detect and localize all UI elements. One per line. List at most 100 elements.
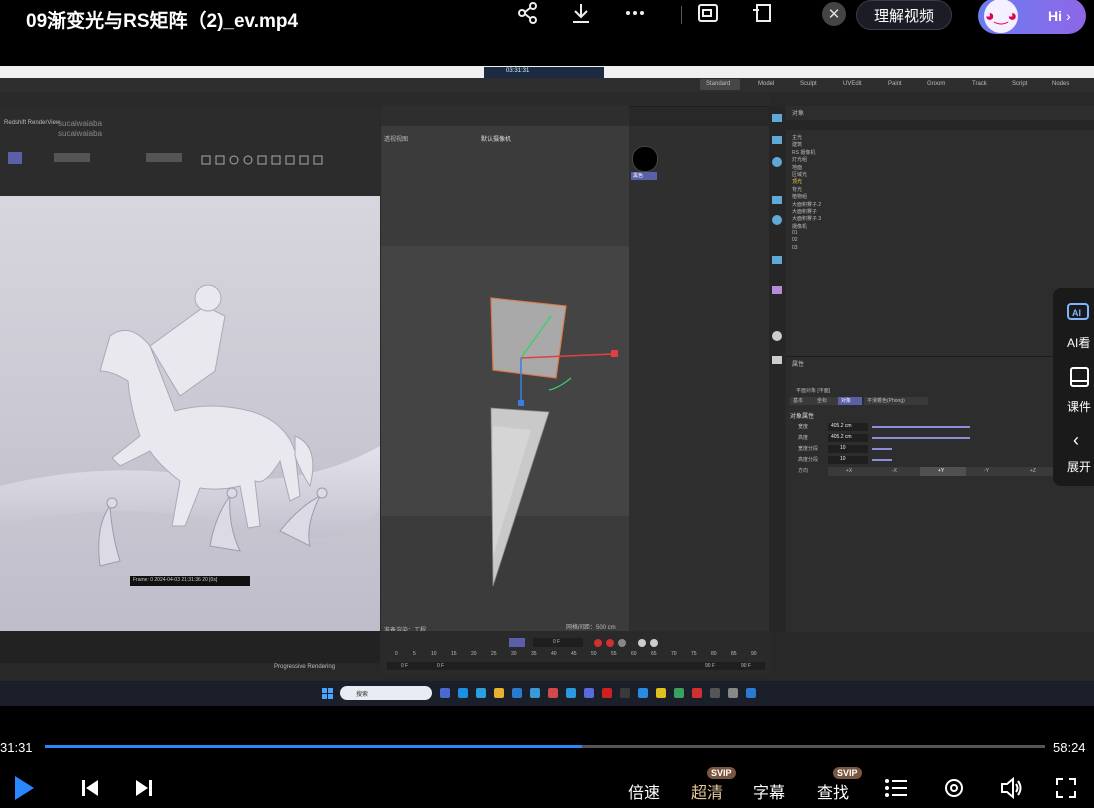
share-icon[interactable] xyxy=(510,0,546,26)
attr-row-width-seg: 宽度分段 10 xyxy=(792,445,1092,453)
frame-status-bar: Frame: 0 2024-04-03 21:31:36 20 [0s] xyxy=(130,576,250,586)
attr-row-direction: 方向 +X -X +Y -Y +Z xyxy=(792,467,1092,476)
render-tools[interactable] xyxy=(200,152,360,165)
play-button[interactable] xyxy=(12,774,36,807)
list-item[interactable]: RS 摄像机 xyxy=(792,149,962,156)
speed-button[interactable]: 倍速 xyxy=(628,779,660,803)
courseware-icon[interactable] xyxy=(1069,366,1091,393)
direction-option[interactable]: +Z xyxy=(1012,467,1058,476)
download-icon[interactable] xyxy=(563,0,599,26)
object-manager: 对象 主光 建筑 RS 摄像机 灯光组 地面 区域光 顶光 背光 植物组 大面积… xyxy=(786,106,1094,356)
height-seg-slider[interactable] xyxy=(872,459,892,461)
list-item[interactable]: 建筑 xyxy=(792,141,962,148)
attr-row-width: 宽度 405.2 cm xyxy=(792,423,1092,431)
3d-viewport[interactable]: 透视视图 默认摄像机 网格间距：500 cm xyxy=(381,126,629,631)
playlist-icon[interactable] xyxy=(884,777,908,804)
main-toolbar xyxy=(0,92,770,107)
width-slider[interactable] xyxy=(872,426,970,428)
height-seg-input[interactable]: 10 xyxy=(828,456,868,464)
hi-label: Hi xyxy=(1048,8,1062,24)
more-icon[interactable] xyxy=(617,0,653,26)
fullscreen-icon[interactable] xyxy=(1055,777,1077,804)
width-seg-input[interactable]: 10 xyxy=(828,445,868,453)
height-slider[interactable] xyxy=(872,437,970,439)
width-input[interactable]: 405.2 cm xyxy=(828,423,868,431)
list-item[interactable]: 01 xyxy=(792,230,962,237)
search-button[interactable]: SVIP 查找 xyxy=(817,767,862,803)
settings-icon[interactable] xyxy=(943,777,965,804)
tool-sidebar xyxy=(769,106,785,631)
timeline[interactable]: 0 F 0 5 10 15 20 25 30 35 40 45 50 55 60… xyxy=(381,631,771,676)
render-preview: Frame: 0 2024-04-03 21:31:36 20 [0s] xyxy=(0,196,380,631)
recording-timer: 03:31:31 xyxy=(484,67,604,78)
list-item[interactable]: 大面积雾子 xyxy=(792,208,962,215)
understand-video-button[interactable]: 理解视频 xyxy=(856,0,952,30)
ai-watch-item[interactable]: AI xyxy=(1067,302,1093,328)
video-frame[interactable]: 03:31:31 Standard Model Sculpt UVEdit Pa… xyxy=(0,66,1094,706)
list-item[interactable]: 大面积雾子.3 xyxy=(792,215,962,222)
ai-watch-label: AI看 xyxy=(1067,336,1091,350)
renderview-toolbar: Redshift RenderView sucaiwaiaba sucaiwai… xyxy=(0,106,380,196)
renderview-footer: Progressive Rendering xyxy=(0,631,380,670)
list-item[interactable]: 植物组 xyxy=(792,193,962,200)
list-item[interactable]: 地面 xyxy=(792,164,962,171)
chevron-left-icon[interactable]: ‹ xyxy=(1073,430,1079,451)
search-input[interactable]: 搜索 xyxy=(340,686,432,700)
list-item[interactable]: 区域光 xyxy=(792,171,962,178)
courseware-label: 课件 xyxy=(1067,400,1092,414)
menu-bar: Standard Model Sculpt UVEdit Paint Groom… xyxy=(0,78,1094,92)
close-icon[interactable]: ✕ xyxy=(822,2,846,26)
direction-option[interactable]: -Y xyxy=(966,467,1012,476)
popout-icon[interactable] xyxy=(744,0,780,26)
tab-phong[interactable]: 平滑着色(Phong) xyxy=(864,397,928,405)
width-seg-slider[interactable] xyxy=(872,448,892,450)
height-input[interactable]: 405.2 cm xyxy=(828,434,868,442)
direction-option-selected[interactable]: +Y xyxy=(920,467,966,476)
next-button[interactable] xyxy=(134,778,154,803)
tab-coord[interactable]: 坐标 xyxy=(814,397,838,405)
direction-option[interactable]: -X xyxy=(874,467,920,476)
ai-icon: AI xyxy=(1067,302,1093,328)
attr-row-height-seg: 高度分段 10 xyxy=(792,456,1092,464)
toolbar-divider xyxy=(681,6,682,24)
list-item[interactable]: 灯光组 xyxy=(792,156,962,163)
timeline-ruler: 0 5 10 15 20 25 30 35 40 45 50 55 60 65 … xyxy=(395,651,757,657)
display-dropdown[interactable] xyxy=(54,153,90,162)
windows-start-icon[interactable] xyxy=(322,687,334,699)
material-swatch[interactable] xyxy=(632,146,658,172)
quality-label: 超清 xyxy=(691,785,724,802)
current-time: 31:31 xyxy=(0,740,33,755)
list-item[interactable]: 03 xyxy=(792,245,962,252)
material-label-box: 黑色 xyxy=(631,172,657,180)
render-button[interactable] xyxy=(8,152,22,164)
ai-assistant-button[interactable]: ◕‿◕ Hi › xyxy=(978,0,1086,34)
side-panel: AI AI看 课件 ‹ 展开 xyxy=(1053,288,1094,486)
frame-field[interactable]: 0 F xyxy=(533,638,583,647)
tab-object[interactable]: 对象 xyxy=(838,397,862,405)
list-item[interactable]: 大面积雾子.2 xyxy=(792,201,962,208)
tab-basic[interactable]: 基本 xyxy=(790,397,814,405)
video-title: 09渐变光与RS矩阵（2)_ev.mp4 xyxy=(26,11,299,32)
subtitle-button[interactable]: 字幕 xyxy=(753,779,785,803)
quality-button[interactable]: SVIP 超清 xyxy=(691,767,736,803)
previous-button[interactable] xyxy=(80,778,100,803)
list-item[interactable]: 主光 xyxy=(792,134,962,141)
total-time: 58:24 xyxy=(1053,740,1086,755)
camera-dropdown[interactable] xyxy=(146,153,182,162)
attribute-manager: 属性 平面对象 [平面] 基本 坐标 对象 平滑着色(Phong) 对象属性 宽… xyxy=(786,356,1094,632)
pip-icon[interactable] xyxy=(690,0,726,26)
material-panel: 黑色 xyxy=(629,126,771,631)
list-item[interactable]: 顶光 xyxy=(792,178,962,185)
list-item[interactable]: 02 xyxy=(792,237,962,244)
svip-badge: SVIP xyxy=(707,767,736,779)
loop-button[interactable] xyxy=(509,638,525,647)
expand-label: 展开 xyxy=(1067,460,1092,474)
direction-option[interactable]: +X xyxy=(828,467,874,476)
search-label: 查找 xyxy=(817,785,850,802)
list-item[interactable]: 摄像机 xyxy=(792,223,962,230)
frame-range: 0 F 0 F 90 F 90 F xyxy=(387,662,765,670)
progress-fill[interactable] xyxy=(45,745,582,748)
volume-icon[interactable] xyxy=(1000,776,1024,804)
list-item[interactable]: 背光 xyxy=(792,186,962,193)
viewport-menu xyxy=(381,106,629,126)
